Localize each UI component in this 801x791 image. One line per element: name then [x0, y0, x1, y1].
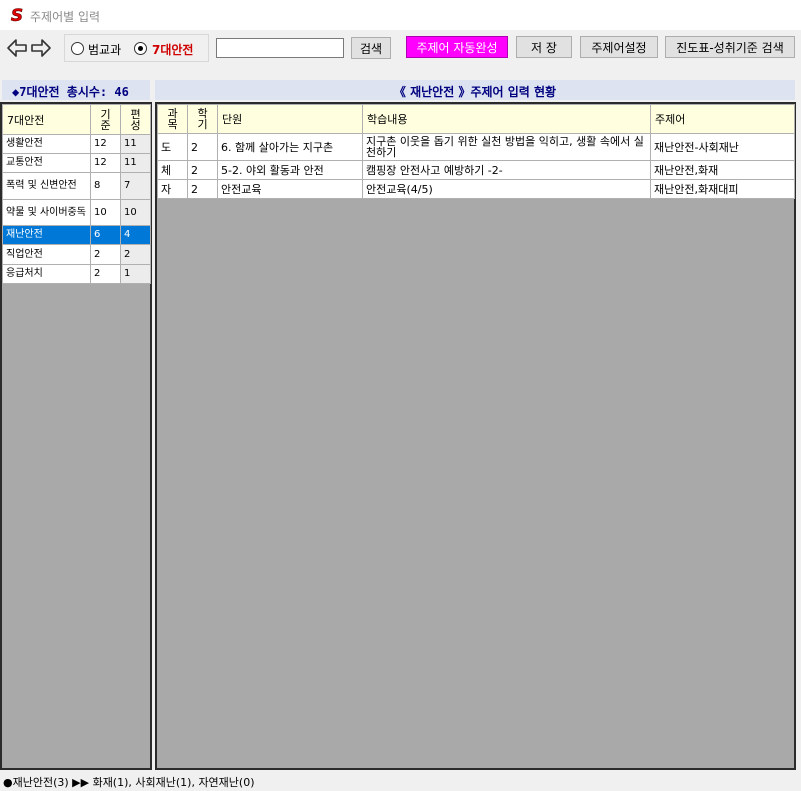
total-hours-header: ◆7대안전 총시수: 46	[2, 80, 150, 100]
category-name: 약물 및 사이버중독	[2, 199, 91, 226]
keyword-status-panel: 과목 학기 단원 학습내용 주제어 도 2 6. 함께 살아가는 지구촌 지구촌…	[155, 102, 796, 770]
base-hours: 6	[90, 225, 121, 245]
planned-hours: 4	[120, 225, 151, 245]
svg-text:S: S	[11, 6, 23, 24]
content-cell: 안전교육(4/5)	[362, 179, 651, 199]
column-header-category: 7대안전	[2, 104, 91, 135]
planned-hours: 11	[120, 153, 151, 173]
keyword-status-header: 《 재난안전 》주제어 입력 현황	[155, 80, 795, 100]
planned-hours: 2	[120, 244, 151, 265]
term-cell: 2	[187, 160, 218, 180]
table-row[interactable]: 생활안전 12 11	[2, 134, 151, 154]
keyword-autocomplete-button[interactable]: 주제어 자동완성	[406, 36, 508, 58]
table-header-row: 과목 학기 단원 학습내용 주제어	[157, 104, 795, 134]
category-name: 응급처치	[2, 264, 91, 284]
category-name: 재난안전	[2, 225, 91, 245]
table-header-row: 7대안전 기준 편성	[2, 104, 151, 135]
table-row-selected[interactable]: 재난안전 6 4	[2, 225, 151, 245]
planned-hours: 10	[120, 199, 151, 226]
progress-standard-search-button[interactable]: 진도표-성취기준 검색	[665, 36, 795, 58]
arrow-left-icon[interactable]	[6, 38, 28, 58]
base-hours: 12	[90, 153, 121, 173]
table-row[interactable]: 교통안전 12 11	[2, 153, 151, 173]
base-hours: 10	[90, 199, 121, 226]
status-bar: ●재난안전(3) ▶▶ 화재(1), 사회재난(1), 자연재난(0)	[3, 776, 255, 789]
column-header-plan: 편성	[120, 104, 151, 135]
category-name: 폭력 및 신변안전	[2, 172, 91, 200]
table-row[interactable]: 직업안전 2 2	[2, 244, 151, 265]
table-row[interactable]: 자 2 안전교육 안전교육(4/5) 재난안전,화재대피	[157, 179, 795, 199]
category-name: 생활안전	[2, 134, 91, 154]
keyword-cell: 재난안전,화재대피	[650, 179, 795, 199]
base-hours: 2	[90, 244, 121, 265]
category-name: 교통안전	[2, 153, 91, 173]
keyword-status-table: 과목 학기 단원 학습내용 주제어 도 2 6. 함께 살아가는 지구촌 지구촌…	[157, 104, 795, 199]
column-header-base: 기준	[90, 104, 121, 135]
arrow-right-icon[interactable]	[30, 38, 52, 58]
safety-category-panel: 7대안전 기준 편성 생활안전 12 11 교통안전 12 11 폭력 및 신변…	[0, 102, 152, 770]
planned-hours: 1	[120, 264, 151, 284]
title-bar: S 주제어별 입력	[0, 0, 801, 30]
base-hours: 8	[90, 172, 121, 200]
unit-cell: 6. 함께 살아가는 지구촌	[217, 133, 363, 161]
window-title: 주제어별 입력	[30, 10, 101, 24]
category-name: 직업안전	[2, 244, 91, 265]
table-row[interactable]: 폭력 및 신변안전 8 7	[2, 172, 151, 200]
table-row[interactable]: 도 2 6. 함께 살아가는 지구촌 지구촌 이웃을 돕기 위한 실천 방법을 …	[157, 133, 795, 161]
unit-cell: 5-2. 야외 활동과 안전	[217, 160, 363, 180]
radio-label-seven-safety: 7대안전	[152, 43, 194, 57]
safety-category-table: 7대안전 기준 편성 생활안전 12 11 교통안전 12 11 폭력 및 신변…	[2, 104, 151, 284]
search-button[interactable]: 검색	[351, 37, 391, 59]
base-hours: 2	[90, 264, 121, 284]
radio-cross-curricular[interactable]	[71, 42, 84, 55]
column-header-subject: 과목	[157, 104, 188, 134]
content-cell: 캠핑장 안전사고 예방하기 -2-	[362, 160, 651, 180]
column-header-content: 학습내용	[362, 104, 651, 134]
app-logo-icon: S	[8, 6, 26, 24]
subject-cell: 체	[157, 160, 188, 180]
toolbar: 범교과 7대안전 검색 주제어 자동완성 저 장 주제어설정 진도표-성취기준 …	[0, 30, 801, 76]
keyword-cell: 재난안전-사회재난	[650, 133, 795, 161]
table-row[interactable]: 체 2 5-2. 야외 활동과 안전 캠핑장 안전사고 예방하기 -2- 재난안…	[157, 160, 795, 180]
unit-cell: 안전교육	[217, 179, 363, 199]
table-row[interactable]: 약물 및 사이버중독 10 10	[2, 199, 151, 226]
radio-seven-safety[interactable]	[134, 42, 147, 55]
base-hours: 12	[90, 134, 121, 154]
term-cell: 2	[187, 179, 218, 199]
column-header-unit: 단원	[217, 104, 363, 134]
category-radio-group: 범교과 7대안전	[64, 34, 209, 62]
search-input[interactable]	[216, 38, 344, 58]
column-header-term: 학기	[187, 104, 218, 134]
planned-hours: 7	[120, 172, 151, 200]
keyword-cell: 재난안전,화재	[650, 160, 795, 180]
content-cell: 지구촌 이웃을 돕기 위한 실천 방법을 익히고, 생활 속에서 실천하기	[362, 133, 651, 161]
subject-cell: 자	[157, 179, 188, 199]
planned-hours: 11	[120, 134, 151, 154]
subject-cell: 도	[157, 133, 188, 161]
table-row[interactable]: 응급처치 2 1	[2, 264, 151, 284]
keyword-settings-button[interactable]: 주제어설정	[580, 36, 658, 58]
save-button[interactable]: 저 장	[516, 36, 572, 58]
radio-label-cross-curricular: 범교과	[88, 43, 122, 57]
term-cell: 2	[187, 133, 218, 161]
column-header-keyword: 주제어	[650, 104, 795, 134]
